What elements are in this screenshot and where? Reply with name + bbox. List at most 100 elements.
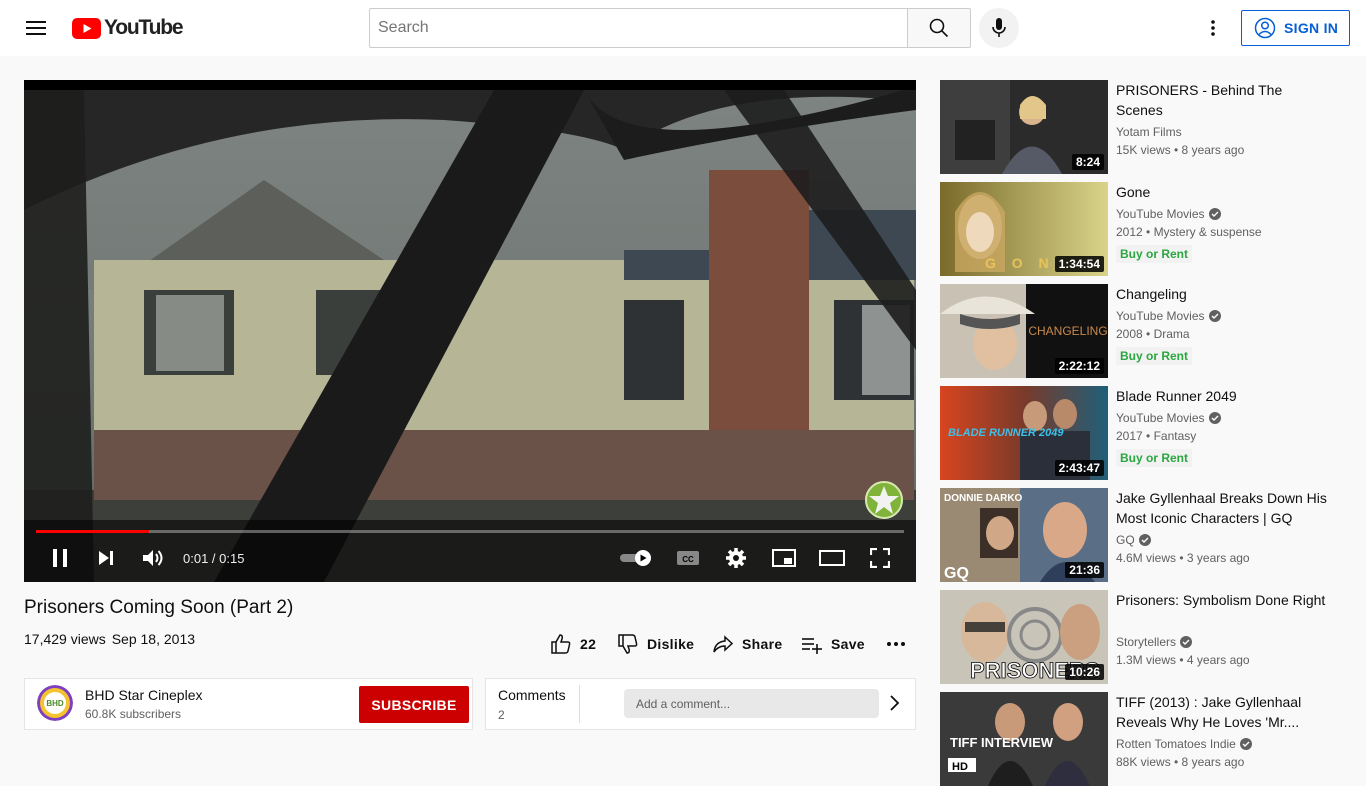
comments-count: 2 xyxy=(498,708,505,722)
channel-name[interactable]: BHD Star Cineplex xyxy=(85,687,203,703)
recommendation-item[interactable]: BLADE RUNNER 2049 2:43:47 Blade Runner 2… xyxy=(940,386,1340,480)
thumbnail[interactable]: G O N 1:34:54 xyxy=(940,182,1108,276)
share-label: Share xyxy=(742,636,783,652)
more-horiz-icon xyxy=(887,642,905,646)
recommendation-meta: 2017 • Fantasy xyxy=(1116,429,1197,443)
thumb-title: BLADE RUNNER 2049 xyxy=(948,427,1064,439)
duration-badge: 21:36 xyxy=(1065,562,1104,578)
thumbnail[interactable]: DONNIE DARKO GQ 21:36 xyxy=(940,488,1108,582)
recommendation-meta: 2012 • Mystery & suspense xyxy=(1116,225,1262,239)
next-button[interactable] xyxy=(94,544,118,572)
channel-label: YouTube Movies xyxy=(1116,309,1205,323)
mute-button[interactable] xyxy=(140,544,166,572)
verified-icon xyxy=(1138,534,1151,546)
recommendation-item[interactable]: 8:24 PRISONERS - Behind The Scenes Yotam… xyxy=(940,80,1340,174)
thumbnail[interactable]: PRISONERS 10:26 xyxy=(940,590,1108,684)
thumbnail[interactable]: 8:24 xyxy=(940,80,1108,174)
comment-input[interactable]: Add a comment... xyxy=(624,689,879,718)
recommendation-title[interactable]: Gone xyxy=(1116,182,1328,202)
comments-card[interactable]: Comments 2 Add a comment... xyxy=(485,678,916,730)
channel-label: GQ xyxy=(1116,533,1135,547)
recommendation-meta: 4.6M views • 3 years ago xyxy=(1116,551,1250,565)
thumb-title: G O N xyxy=(985,255,1055,271)
masthead: YouTube SIGN IN xyxy=(0,0,1366,56)
miniplayer-button[interactable] xyxy=(770,544,798,572)
buy-or-rent-badge: Buy or Rent xyxy=(1116,245,1193,263)
more-actions-button[interactable] xyxy=(886,630,906,658)
volume-icon xyxy=(143,550,163,566)
recommendation-title[interactable]: Jake Gyllenhaal Breaks Down His Most Ico… xyxy=(1116,488,1328,528)
theater-mode-button[interactable] xyxy=(818,544,846,572)
recommendation-item[interactable]: DONNIE DARKO GQ 21:36 Jake Gyllenhaal Bre… xyxy=(940,488,1340,582)
channel-label: Rotten Tomatoes Indie xyxy=(1116,737,1236,751)
search-input[interactable] xyxy=(370,9,908,47)
account-icon xyxy=(1254,17,1276,39)
recommendation-item[interactable]: CHANGELING 2:22:12 Changeling YouTube Mo… xyxy=(940,284,1340,378)
fullscreen-icon xyxy=(870,548,890,568)
channel-label: YouTube Movies xyxy=(1116,411,1205,425)
recommendation-item[interactable]: TIFF INTERVIEW HD TIFF (2013) : Jake Gyll… xyxy=(940,692,1340,786)
recommendation-meta: 2008 • Drama xyxy=(1116,327,1190,341)
thumbnail[interactable]: TIFF INTERVIEW HD xyxy=(940,692,1108,786)
settings-button[interactable] xyxy=(723,544,749,572)
recommendation-channel: YouTube Movies xyxy=(1116,207,1221,221)
dislike-button[interactable]: Dislike xyxy=(617,630,694,658)
view-count: 17,429 views xyxy=(24,631,106,647)
thumb-title: DONNIE DARKO xyxy=(944,493,1023,504)
duration-badge: 2:43:47 xyxy=(1054,460,1104,476)
channel-card: BHD BHD Star Cineplex 60.8K subscribers … xyxy=(24,678,473,730)
sign-in-label: SIGN IN xyxy=(1284,20,1339,36)
share-button[interactable]: Share xyxy=(712,630,782,658)
video-player[interactable]: 0:01 / 0:15 CC xyxy=(24,80,916,582)
thumbnail[interactable]: BLADE RUNNER 2049 2:43:47 xyxy=(940,386,1108,480)
menu-icon[interactable] xyxy=(16,8,56,48)
recommendation-channel: YouTube Movies xyxy=(1116,411,1221,425)
sign-in-button[interactable]: SIGN IN xyxy=(1241,10,1350,46)
verified-icon xyxy=(1208,208,1221,220)
like-count: 22 xyxy=(580,636,597,652)
recommendation-title[interactable]: Changeling xyxy=(1116,284,1328,304)
thumb-title: TIFF INTERVIEW xyxy=(950,735,1054,750)
recommendation-meta: 88K views • 8 years ago xyxy=(1116,755,1245,769)
youtube-play-icon xyxy=(72,17,101,39)
dislike-label: Dislike xyxy=(647,636,695,652)
thumbnail[interactable]: CHANGELING 2:22:12 xyxy=(940,284,1108,378)
progress-bar[interactable] xyxy=(36,530,904,533)
autoplay-toggle[interactable] xyxy=(619,544,655,572)
settings-menu-button[interactable] xyxy=(1193,8,1233,48)
pause-button[interactable] xyxy=(48,544,72,572)
comments-divider xyxy=(579,685,580,723)
like-button[interactable]: 22 xyxy=(550,630,596,658)
verified-icon xyxy=(1180,636,1193,648)
recommendation-item[interactable]: G O N 1:34:54 Gone YouTube Movies 2012 •… xyxy=(940,182,1340,276)
duration-badge: 8:24 xyxy=(1071,154,1104,170)
logo-wordmark: YouTube xyxy=(104,16,184,39)
video-frame xyxy=(24,90,916,582)
share-icon xyxy=(713,635,734,653)
recommendation-title[interactable]: PRISONERS - Behind The Scenes xyxy=(1116,80,1328,120)
chevron-right-icon[interactable] xyxy=(889,693,901,713)
recommendation-meta: 1.3M views • 4 years ago xyxy=(1116,653,1250,667)
thumbs-up-icon xyxy=(551,634,571,654)
channel-avatar[interactable]: BHD xyxy=(37,685,73,721)
voice-search-button[interactable] xyxy=(979,8,1019,48)
recommendation-item[interactable]: PRISONERS 10:26 Prisoners: Symbolism Don… xyxy=(940,590,1340,684)
video-title: Prisoners Coming Soon (Part 2) xyxy=(24,597,294,618)
channel-label: Yotam Films xyxy=(1116,125,1182,139)
save-button[interactable]: Save xyxy=(801,630,865,658)
recommendation-title[interactable]: Blade Runner 2049 xyxy=(1116,386,1328,406)
recommendation-channel: YouTube Movies xyxy=(1116,309,1221,323)
subscribe-button[interactable]: SUBSCRIBE xyxy=(359,686,469,723)
recommendation-channel: Storytellers xyxy=(1116,635,1193,649)
youtube-logo[interactable]: YouTube xyxy=(72,16,184,39)
verified-icon xyxy=(1208,310,1221,322)
pause-icon xyxy=(53,549,67,567)
recommendation-title[interactable]: Prisoners: Symbolism Done Right xyxy=(1116,590,1328,610)
recommendation-meta: 15K views • 8 years ago xyxy=(1116,143,1245,157)
search-button[interactable] xyxy=(907,8,971,48)
fullscreen-button[interactable] xyxy=(867,544,893,572)
recommendation-title[interactable]: TIFF (2013) : Jake Gyllenhaal Reveals Wh… xyxy=(1116,692,1328,732)
verified-icon xyxy=(1239,738,1252,750)
captions-button[interactable]: CC xyxy=(674,544,702,572)
comments-title: Comments xyxy=(498,687,566,703)
